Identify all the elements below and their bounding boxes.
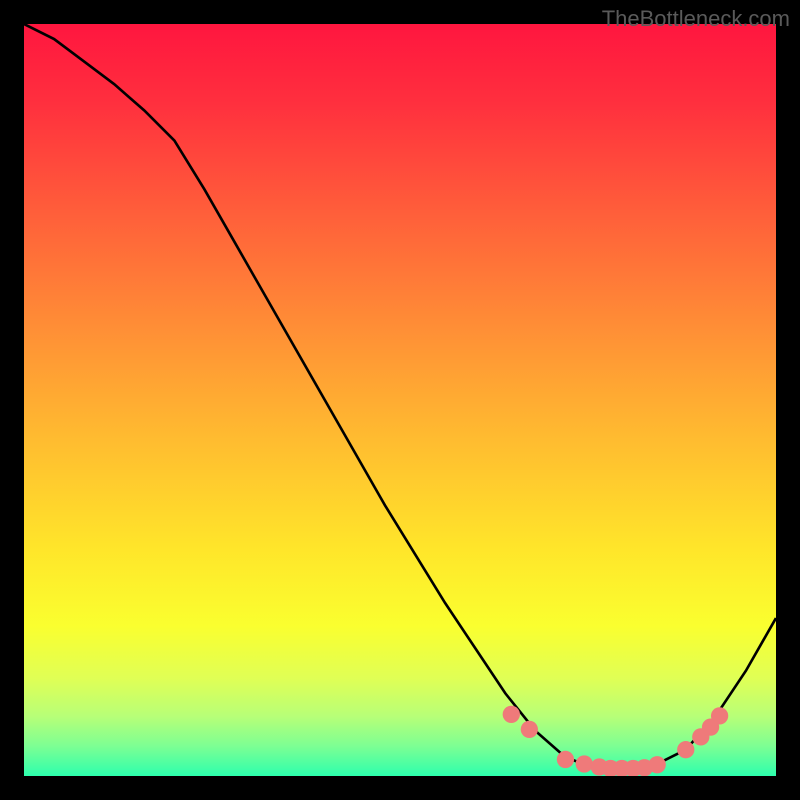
highlight-dot bbox=[521, 721, 538, 738]
watermark-text: TheBottleneck.com bbox=[602, 6, 790, 32]
highlight-dot bbox=[576, 755, 593, 772]
chart-plot-area bbox=[24, 24, 776, 776]
highlight-dot bbox=[557, 751, 574, 768]
highlight-dots bbox=[24, 24, 776, 776]
highlight-dot bbox=[503, 706, 520, 723]
highlight-dot bbox=[677, 741, 694, 758]
highlight-dot bbox=[711, 707, 728, 724]
highlight-dot bbox=[649, 756, 666, 773]
